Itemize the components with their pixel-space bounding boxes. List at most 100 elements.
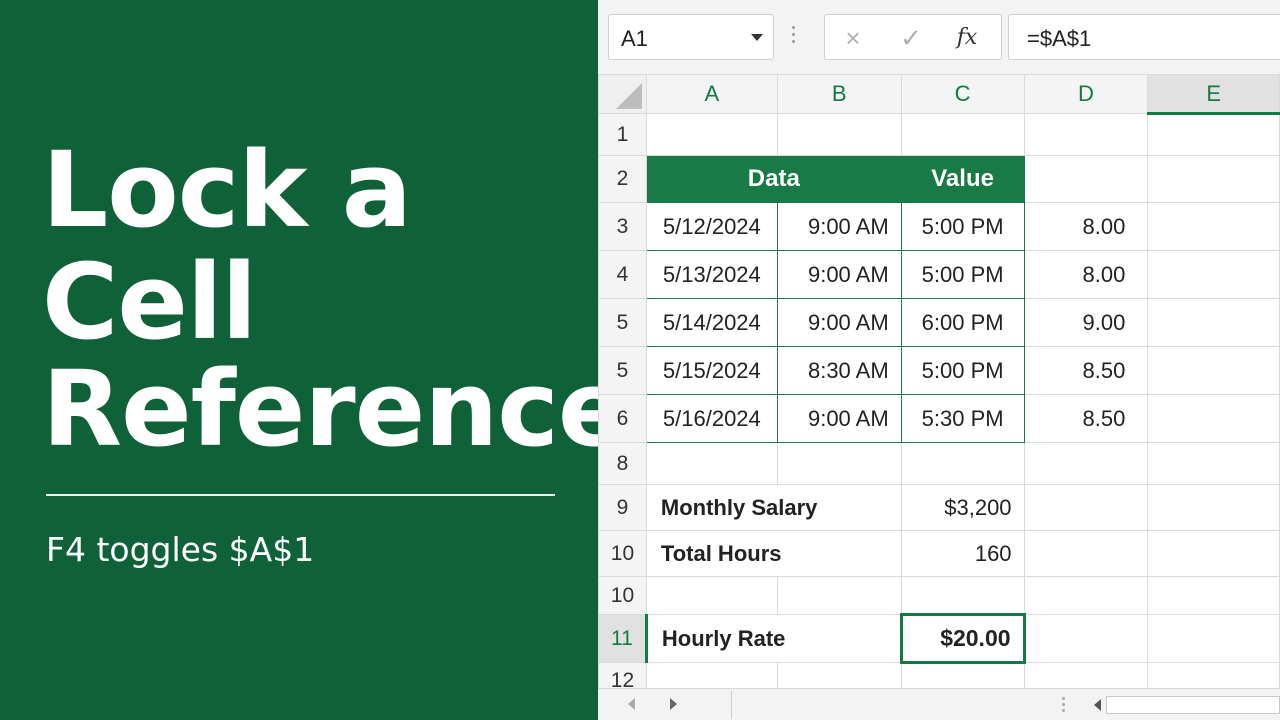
- salary-label-cell[interactable]: Monthly Salary: [645, 484, 902, 531]
- row-header[interactable]: 12: [598, 662, 647, 688]
- column-header-d[interactable]: D: [1023, 74, 1149, 114]
- row-header[interactable]: 3: [598, 202, 647, 251]
- cell[interactable]: [776, 442, 902, 485]
- cell[interactable]: [1023, 484, 1149, 531]
- cell[interactable]: [1147, 662, 1280, 688]
- salary-value-cell[interactable]: $3,200: [900, 484, 1025, 531]
- column-header-a[interactable]: A: [645, 74, 778, 114]
- formula-input[interactable]: =$A$1: [1008, 14, 1280, 60]
- cell[interactable]: [1023, 530, 1149, 577]
- cell[interactable]: [1147, 442, 1280, 485]
- total-hours-label-cell[interactable]: Total Hours: [645, 530, 902, 577]
- hourly-rate-value-cell[interactable]: $20.00: [899, 613, 1026, 664]
- cell[interactable]: [1147, 202, 1280, 251]
- cell[interactable]: [1147, 394, 1280, 443]
- total-hours-value-cell[interactable]: 160: [900, 530, 1025, 577]
- formula-value: =$A$1: [1027, 26, 1092, 51]
- insert-function-icon[interactable]: fx: [947, 19, 987, 57]
- subtitle: F4 toggles $A$1: [46, 530, 315, 569]
- cell[interactable]: [776, 113, 902, 156]
- cell[interactable]: [900, 113, 1025, 156]
- cell[interactable]: [776, 662, 902, 688]
- row-header[interactable]: 10: [598, 530, 647, 577]
- row-header[interactable]: 8: [598, 442, 647, 485]
- cell[interactable]: [645, 576, 778, 615]
- end-time-cell[interactable]: 5:00 PM: [900, 202, 1025, 251]
- hours-cell[interactable]: 8.00: [1023, 250, 1149, 299]
- cell[interactable]: [1023, 662, 1149, 688]
- row-header[interactable]: 2: [598, 155, 647, 203]
- row-header[interactable]: 5: [598, 346, 647, 395]
- hours-cell[interactable]: 9.00: [1023, 298, 1149, 347]
- table-header-value[interactable]: Value: [900, 155, 1025, 203]
- start-time-cell[interactable]: 9:00 AM: [776, 298, 902, 347]
- chevron-down-icon[interactable]: [751, 34, 763, 41]
- column-header-e[interactable]: E: [1147, 74, 1280, 115]
- end-time-cell[interactable]: 5:30 PM: [900, 394, 1025, 443]
- name-box-value: A1: [621, 26, 648, 51]
- cell[interactable]: [776, 576, 902, 615]
- title-divider: [46, 494, 555, 496]
- cell[interactable]: [1023, 113, 1149, 156]
- start-time-cell[interactable]: 8:30 AM: [776, 346, 902, 395]
- cell[interactable]: [1147, 530, 1280, 577]
- date-cell[interactable]: 5/13/2024: [645, 250, 778, 299]
- date-cell[interactable]: 5/12/2024: [645, 202, 778, 251]
- end-time-cell[interactable]: 5:00 PM: [900, 250, 1025, 299]
- cell[interactable]: [1023, 155, 1149, 203]
- start-time-cell[interactable]: 9:00 AM: [776, 202, 902, 251]
- scroll-left-icon[interactable]: [1094, 699, 1101, 711]
- hours-cell[interactable]: 8.00: [1023, 202, 1149, 251]
- name-box[interactable]: A1: [608, 14, 774, 60]
- row-header[interactable]: 1: [598, 113, 647, 156]
- divider: [731, 691, 732, 719]
- cell[interactable]: [900, 576, 1025, 615]
- hourly-rate-label-cell[interactable]: Hourly Rate: [645, 614, 902, 663]
- cell[interactable]: [645, 113, 778, 156]
- cell[interactable]: [1147, 614, 1280, 663]
- hours-cell[interactable]: 8.50: [1023, 346, 1149, 395]
- end-time-cell[interactable]: 5:00 PM: [900, 346, 1025, 395]
- row-header-selected[interactable]: 11: [598, 614, 648, 663]
- start-time-cell[interactable]: 9:00 AM: [776, 394, 902, 443]
- cell[interactable]: [1147, 113, 1280, 156]
- row-header[interactable]: 5: [598, 298, 647, 347]
- next-sheet-icon[interactable]: [670, 698, 677, 710]
- cell[interactable]: [1147, 346, 1280, 395]
- previous-sheet-icon[interactable]: [628, 698, 635, 710]
- resize-grip-icon[interactable]: [792, 26, 796, 47]
- row-header[interactable]: 6: [598, 394, 647, 443]
- split-handle-icon[interactable]: [1062, 697, 1065, 715]
- cell[interactable]: [1147, 576, 1280, 615]
- date-cell[interactable]: 5/16/2024: [645, 394, 778, 443]
- cell[interactable]: [1023, 576, 1149, 615]
- start-time-cell[interactable]: 9:00 AM: [776, 250, 902, 299]
- enter-icon[interactable]: ✓: [891, 19, 931, 57]
- date-cell[interactable]: 5/15/2024: [645, 346, 778, 395]
- cell[interactable]: [1147, 155, 1280, 203]
- cell[interactable]: [1023, 614, 1149, 663]
- cell[interactable]: [900, 442, 1025, 485]
- cell[interactable]: [1147, 250, 1280, 299]
- cell[interactable]: [1023, 442, 1149, 485]
- hours-cell[interactable]: 8.50: [1023, 394, 1149, 443]
- horizontal-scrollbar[interactable]: [1106, 696, 1280, 714]
- spreadsheet-window: A1 × ✓ fx =$A$1 A B C D E 1 2 Data Value…: [598, 0, 1280, 720]
- cell[interactable]: [900, 662, 1025, 688]
- row-header[interactable]: 4: [598, 250, 647, 299]
- cell[interactable]: [645, 442, 778, 485]
- date-cell[interactable]: 5/14/2024: [645, 298, 778, 347]
- sheet-navigation-bar: [598, 688, 1280, 720]
- row-header[interactable]: 9: [598, 484, 647, 531]
- cancel-icon[interactable]: ×: [833, 19, 873, 57]
- select-all-button[interactable]: [598, 74, 647, 114]
- worksheet-grid: A B C D E 1 2 Data Value 3 5/12/2024 9:0…: [598, 74, 1280, 688]
- cell[interactable]: [645, 662, 778, 688]
- column-header-c[interactable]: C: [900, 74, 1025, 114]
- column-header-b[interactable]: B: [776, 74, 902, 114]
- row-header[interactable]: 10: [598, 576, 647, 615]
- cell[interactable]: [1147, 298, 1280, 347]
- table-header-data[interactable]: Data: [645, 155, 902, 203]
- end-time-cell[interactable]: 6:00 PM: [900, 298, 1025, 347]
- cell[interactable]: [1147, 484, 1280, 531]
